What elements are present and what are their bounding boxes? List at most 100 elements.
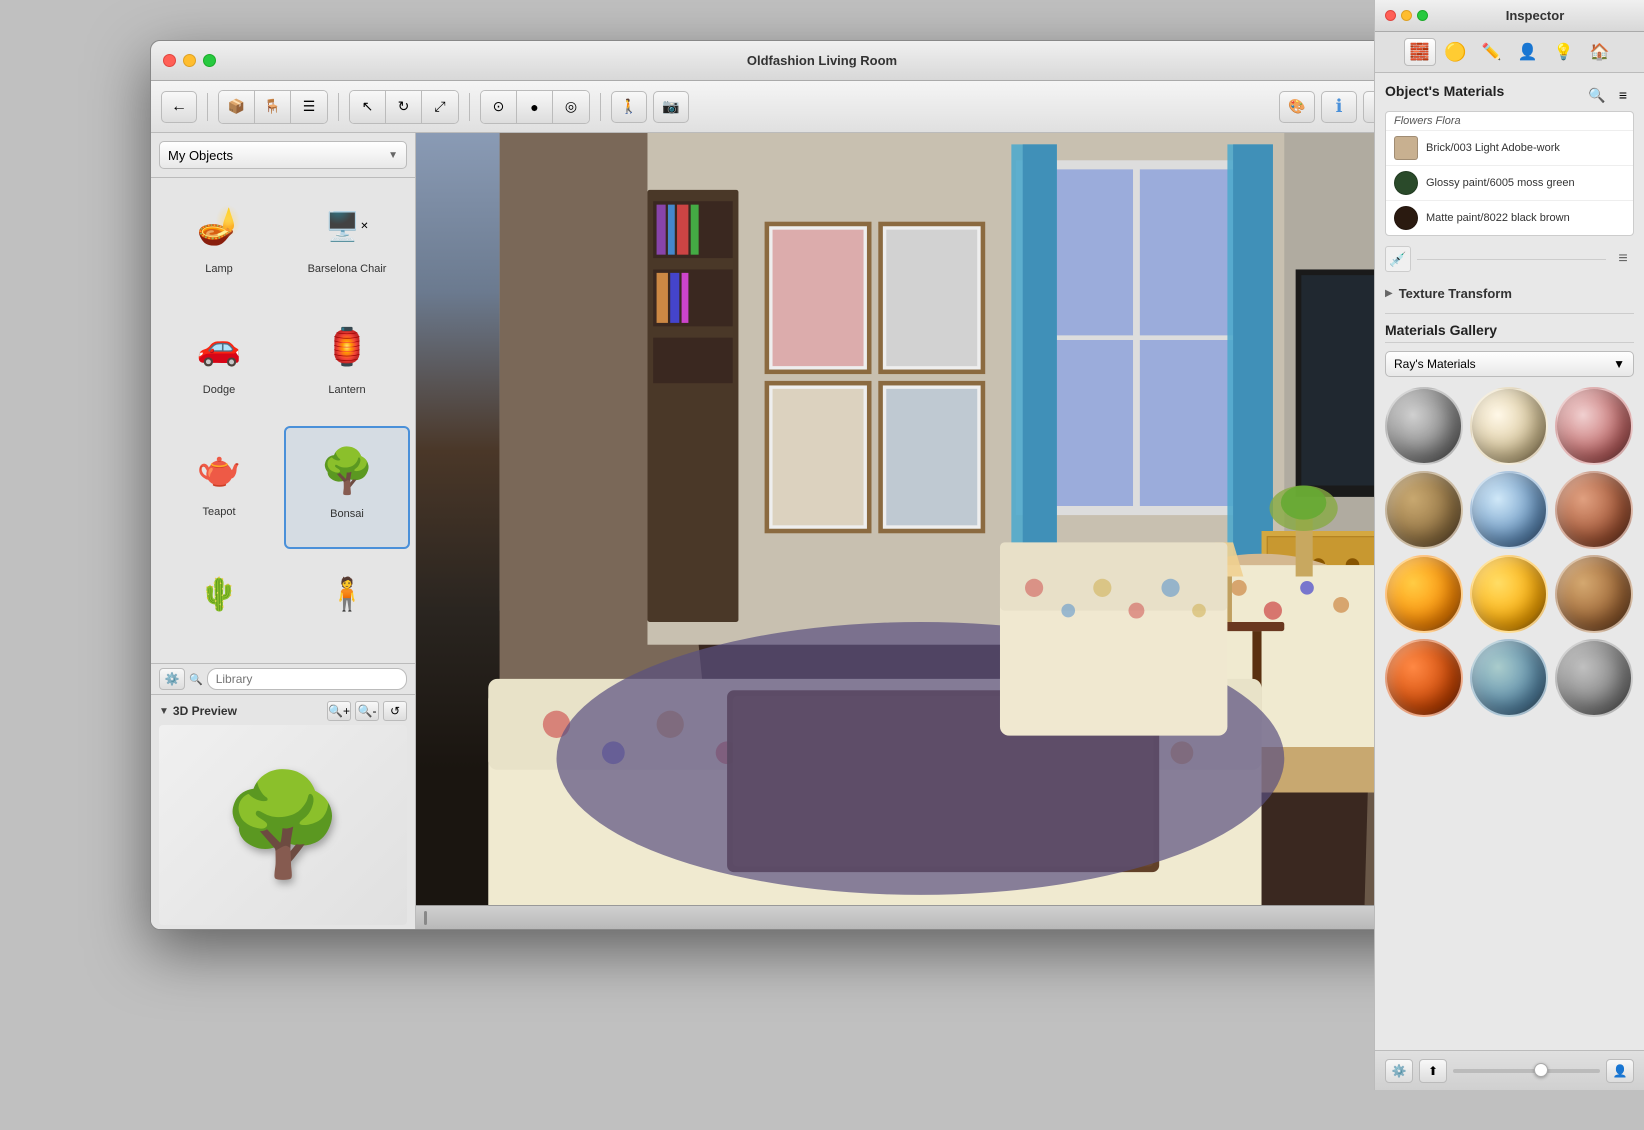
texture-transform-header[interactable]: ▶ Texture Transform [1385, 282, 1493, 305]
material-item-glossy[interactable]: Glossy paint/6005 moss green [1386, 166, 1493, 201]
objects-dropdown-label: My Objects [168, 148, 233, 163]
rotate-icon: ↻ [398, 98, 410, 115]
zoom-out-button[interactable]: 🔍- [355, 701, 379, 721]
back-icon: ← [171, 98, 187, 116]
object-thumb-lantern: 🏮 [307, 312, 387, 382]
object-item-bonsai[interactable]: 🌳 Bonsai [284, 426, 410, 549]
toolbar-separator-2 [338, 93, 339, 121]
inspector-panel: Inspector 🧱 🟡 ✏️ 👤 💡 🏠 Object's Material… [1374, 133, 1493, 929]
material-swatch-brick [1394, 136, 1418, 160]
traffic-lights [163, 54, 216, 67]
scene-bottom-bar [416, 905, 1493, 929]
object-thumb-extra1: 🌵 [179, 559, 259, 629]
render-tools-group: ⊙ ● ◎ [480, 90, 590, 124]
info-button[interactable]: ℹ [1321, 91, 1357, 123]
material-swatch-glossy [1394, 171, 1418, 195]
object-label-barselona: Barselona Chair [308, 263, 387, 275]
material-item-brick[interactable]: Brick/003 Light Adobe-work [1386, 133, 1493, 166]
gallery-ball-4[interactable] [1470, 471, 1493, 549]
reset-view-button[interactable]: ↺ [383, 701, 407, 721]
preview-section: ▼ 3D Preview 🔍+ 🔍- ↺ [151, 694, 415, 929]
scene-image[interactable] [416, 133, 1493, 929]
object-thumb-lamp: 🪔 [179, 191, 259, 261]
objects-grid: 🪔 Lamp 🖥️✕ Barselona Chair 🚗 Dodge 🏮 Lan… [151, 178, 415, 663]
object-item-barselona[interactable]: 🖥️✕ Barselona Chair [284, 183, 410, 302]
left-panel-header: My Objects ▼ [151, 133, 415, 178]
camera-button[interactable]: 📷 [653, 91, 689, 123]
zoom-in-button[interactable]: 🔍+ [327, 701, 351, 721]
gallery-ball-3[interactable] [1385, 471, 1463, 549]
object-label-dodge: Dodge [203, 384, 235, 396]
materials-right-button[interactable]: 🎨 [1279, 91, 1315, 123]
object-item-lamp[interactable]: 🪔 Lamp [156, 183, 282, 302]
title-bar: Oldfashion Living Room [151, 41, 1493, 81]
chair-icon: 🪑 [264, 98, 281, 115]
cursor-button[interactable]: ↖ [350, 91, 386, 123]
close-button[interactable] [163, 54, 176, 67]
settings-button[interactable]: ⚙️ [159, 668, 185, 690]
object-thumb-bonsai: 🌳 [307, 436, 387, 506]
preview-title: 3D Preview [173, 704, 237, 718]
objects-dropdown[interactable]: My Objects ▼ [159, 141, 407, 169]
gallery-dropdown[interactable]: Ray's Materials ▼ [1385, 351, 1493, 377]
object-thumb-dodge: 🚗 [179, 312, 259, 382]
gallery-ball-9[interactable] [1385, 639, 1463, 717]
scene-view [416, 133, 1493, 929]
object-item-extra1[interactable]: 🌵 [156, 551, 282, 658]
gallery-ball-0[interactable] [1385, 387, 1463, 465]
toolbar-separator-3 [469, 93, 470, 121]
list-button[interactable]: ☰ [291, 91, 327, 123]
info-icon: ℹ [1336, 96, 1343, 117]
search-input[interactable] [207, 668, 407, 690]
sphere-button[interactable]: ⊙ [481, 91, 517, 123]
zoom-out-icon: 🔍- [358, 704, 377, 718]
dot-icon: ● [530, 99, 538, 115]
triangle-expand-icon: ▼ [159, 706, 169, 717]
gallery-ball-7[interactable] [1470, 555, 1493, 633]
multi-icon: ◎ [565, 98, 577, 115]
left-panel: My Objects ▼ 🪔 Lamp 🖥️✕ Barselona Chair … [151, 133, 416, 929]
object-thumb-extra2: 🧍 [307, 559, 387, 629]
texture-transform-label: Texture Transform [1399, 286, 1493, 301]
object-item-teapot[interactable]: 🫖 Teapot [156, 426, 282, 549]
gallery-ball-6[interactable] [1385, 555, 1463, 633]
chair-button[interactable]: 🪑 [255, 91, 291, 123]
object-label-lantern: Lantern [328, 384, 365, 396]
bonsai-preview-image: 🌳 [221, 767, 346, 884]
object-item-extra2[interactable]: 🧍 [284, 551, 410, 658]
material-swatch-matte [1394, 206, 1418, 230]
move-icon: ⤢ [434, 98, 445, 115]
toolbar-separator-4 [600, 93, 601, 121]
search-bar: ⚙️ 🔍 [151, 663, 415, 694]
material-item-matte[interactable]: Matte paint/8022 black brown [1386, 201, 1493, 235]
object-item-lantern[interactable]: 🏮 Lantern [284, 304, 410, 423]
back-button[interactable]: ← [161, 91, 197, 123]
multi-button[interactable]: ◎ [553, 91, 589, 123]
maximize-button[interactable] [203, 54, 216, 67]
objects-button[interactable]: 📦 [219, 91, 255, 123]
gallery-ball-10[interactable] [1470, 639, 1493, 717]
gallery-ball-1[interactable] [1470, 387, 1493, 465]
scene-svg [416, 133, 1493, 929]
minimize-button[interactable] [183, 54, 196, 67]
move-button[interactable]: ⤢ [422, 91, 458, 123]
list-icon: ☰ [303, 98, 316, 115]
preview-header: ▼ 3D Preview 🔍+ 🔍- ↺ [159, 699, 407, 725]
rotate-button[interactable]: ↻ [386, 91, 422, 123]
window-title: Oldfashion Living Room [747, 53, 897, 68]
reset-icon: ↺ [390, 704, 400, 718]
dot-button[interactable]: ● [517, 91, 553, 123]
materials-icon: 🎨 [1288, 98, 1305, 115]
object-label-bonsai: Bonsai [330, 508, 364, 520]
sphere-icon: ⊙ [493, 98, 505, 115]
object-item-dodge[interactable]: 🚗 Dodge [156, 304, 282, 423]
dropdown-arrow-icon: ▼ [388, 150, 398, 161]
divider [1417, 259, 1493, 260]
walk-button[interactable]: 🚶 [611, 91, 647, 123]
gallery-grid [1385, 387, 1493, 717]
section-divider [1385, 313, 1493, 314]
cursor-icon: ↖ [362, 98, 374, 115]
preview-controls: 🔍+ 🔍- ↺ [327, 701, 407, 721]
resize-handle[interactable] [424, 911, 427, 925]
dropper-button[interactable]: 💉 [1385, 246, 1411, 272]
